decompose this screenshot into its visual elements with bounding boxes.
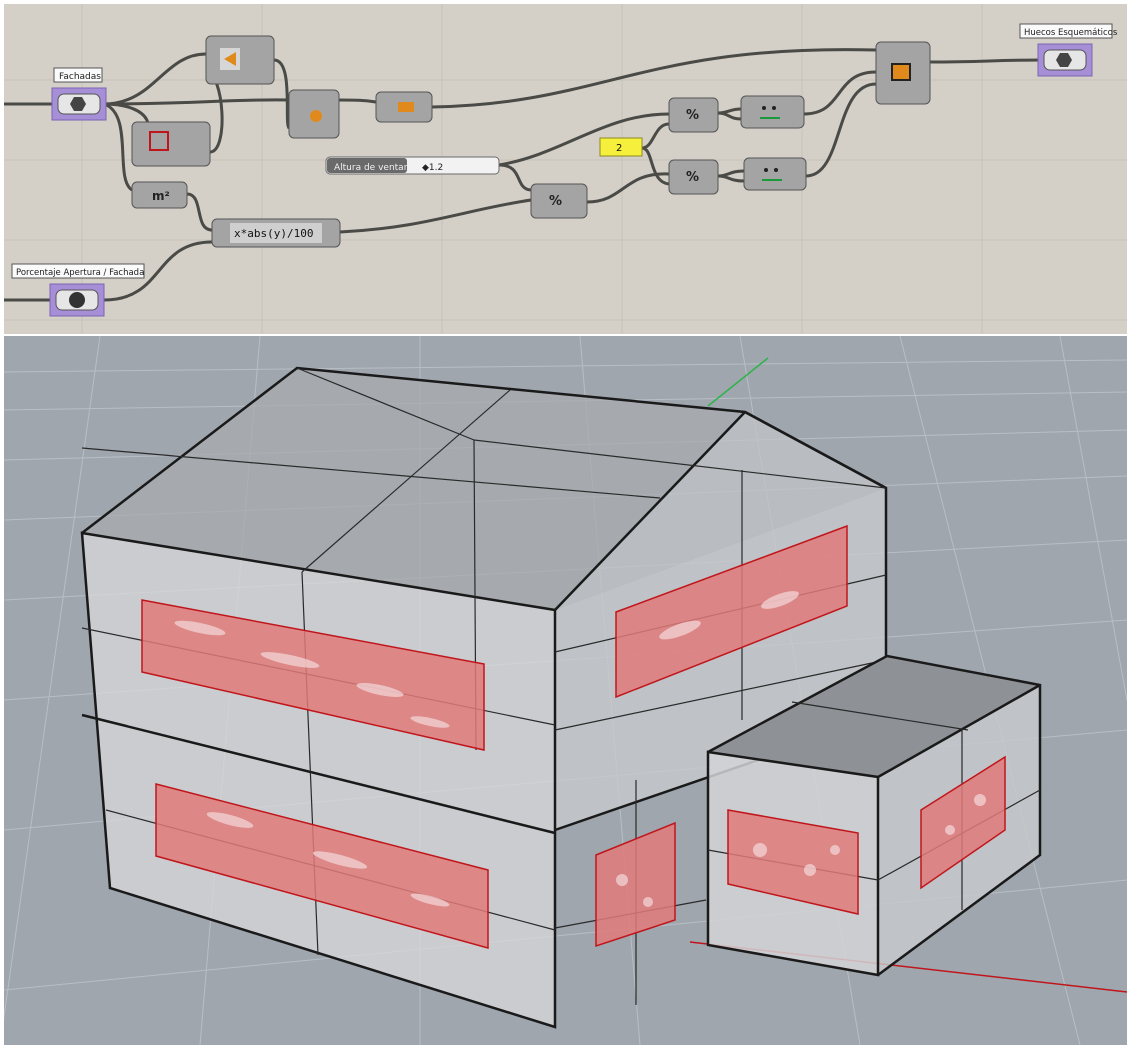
area-m2-component[interactable]: m² — [131, 181, 188, 209]
rhino-viewport[interactable] — [4, 336, 1127, 1045]
window-opening — [595, 821, 676, 948]
rectangle-component[interactable] — [875, 41, 931, 105]
expression-text: x*abs(y)/100 — [234, 227, 313, 240]
division-component[interactable]: % — [668, 159, 719, 195]
wire — [498, 163, 532, 192]
porcentaje-param[interactable] — [49, 283, 105, 317]
slider-value: ◆1.2 — [422, 163, 443, 173]
deconstruct-brep-component[interactable] — [205, 35, 275, 85]
y-axis — [707, 357, 769, 407]
wire — [717, 111, 742, 121]
value-panel[interactable]: 2 — [599, 137, 643, 157]
fachadas-param[interactable] — [51, 87, 107, 121]
wire — [641, 146, 670, 186]
construct-domain-component[interactable] — [743, 157, 807, 191]
altura-ventana-slider[interactable]: Altura de ventana ◆1.2 — [325, 156, 500, 175]
wire — [103, 52, 207, 106]
wire — [641, 122, 670, 150]
wire — [339, 198, 532, 234]
wire — [717, 174, 745, 183]
grasshopper-canvas[interactable]: m² x*abs(y)/100 % % % 2 Altura de ventan… — [4, 4, 1127, 334]
evaluate-surface-component[interactable] — [288, 89, 340, 139]
canvas-grid — [4, 4, 1127, 334]
wire — [498, 112, 670, 167]
panel-value: 2 — [616, 143, 622, 154]
wire — [186, 192, 213, 232]
construct-domain-component[interactable] — [740, 95, 805, 129]
svg-text:Fachadas: Fachadas — [59, 72, 101, 82]
wire — [805, 82, 877, 178]
svg-text:%: % — [686, 170, 699, 185]
division-component[interactable]: % — [530, 183, 588, 219]
area-component[interactable] — [131, 121, 211, 167]
expression-component[interactable]: x*abs(y)/100 — [211, 218, 341, 248]
wire — [103, 102, 134, 192]
construct-point-component[interactable] — [375, 91, 433, 123]
wire — [273, 58, 291, 130]
number-icon — [69, 292, 85, 308]
wire — [337, 98, 377, 104]
porcentaje-label: Porcentaje Apertura / Fachada — [11, 263, 145, 279]
slider-label: Altura de ventana — [334, 163, 415, 173]
wire — [929, 58, 1045, 64]
wire — [103, 98, 290, 106]
wire — [431, 48, 877, 109]
wire — [803, 70, 877, 116]
fachadas-label: Fachadas — [53, 67, 103, 83]
svg-text:Porcentaje Apertura / Fachada: Porcentaje Apertura / Fachada — [16, 268, 144, 278]
division-component[interactable]: % — [668, 97, 719, 133]
svg-text:Huecos Esquemáticos: Huecos Esquemáticos — [1024, 28, 1118, 38]
svg-text:%: % — [549, 194, 562, 209]
svg-text:m²: m² — [152, 189, 170, 203]
huecos-param[interactable] — [1037, 43, 1093, 77]
svg-text:%: % — [686, 108, 699, 123]
huecos-label: Huecos Esquemáticos — [1019, 23, 1118, 39]
